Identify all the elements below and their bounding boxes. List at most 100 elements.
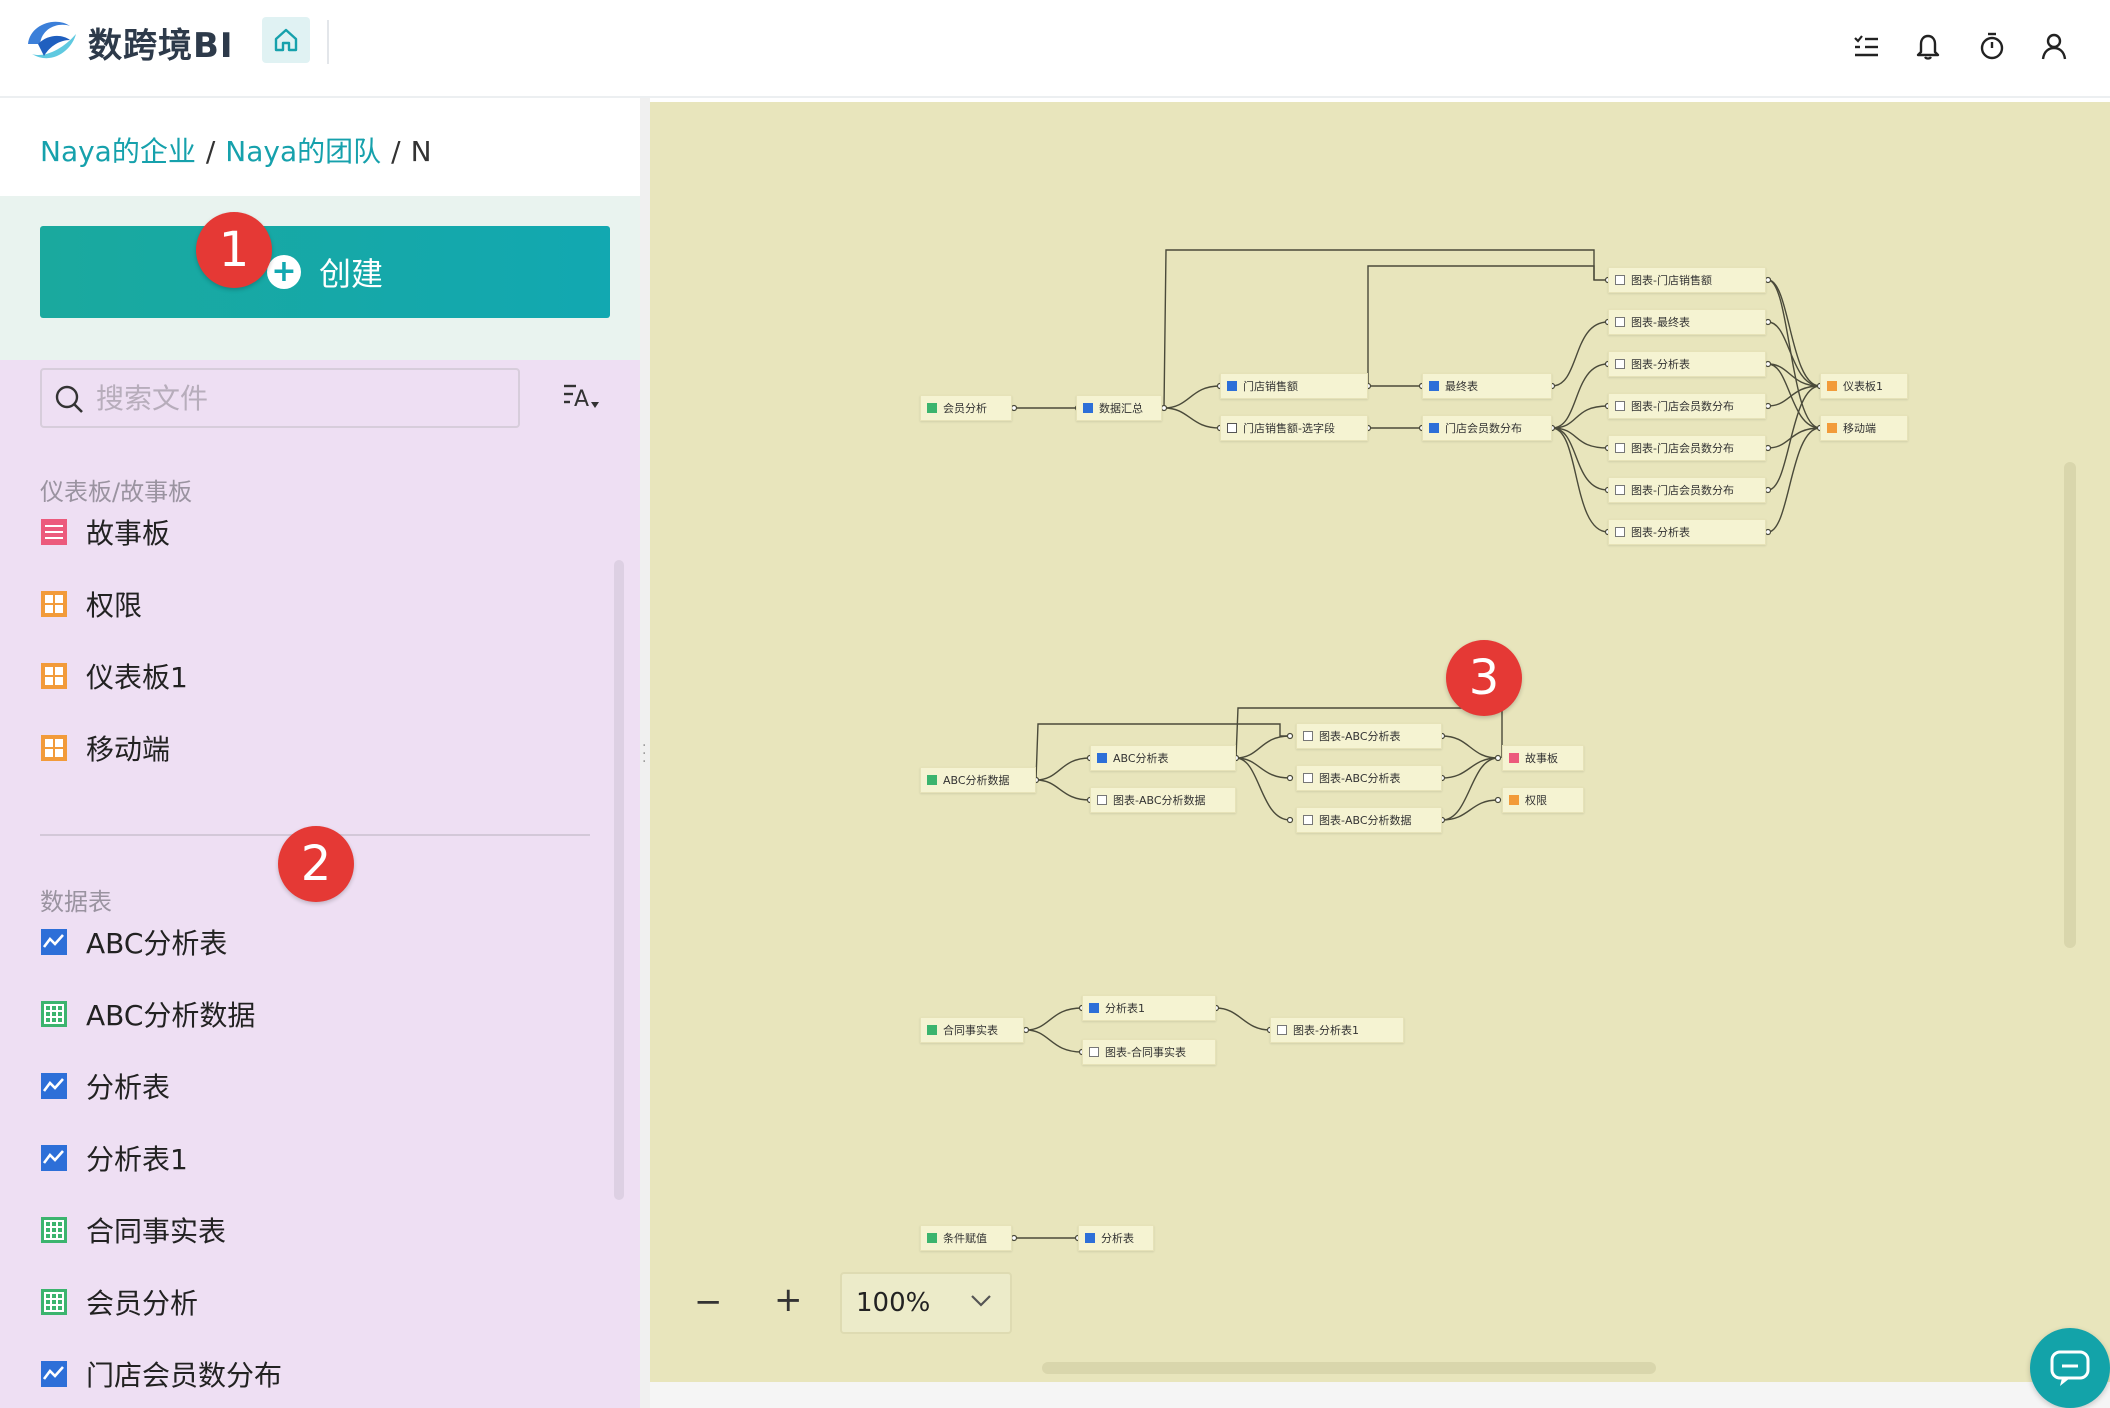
file-item-mobile[interactable]: 移动端	[40, 726, 170, 770]
search-box[interactable]	[40, 368, 520, 428]
lineage-node-label: 图表-门店会员数分布	[1631, 484, 1734, 497]
lineage-node[interactable]: 最终表	[1422, 373, 1552, 399]
sort-icon[interactable]: A	[562, 380, 602, 416]
lineage-node[interactable]: 数据汇总	[1076, 395, 1162, 421]
analysis-table-icon	[1429, 381, 1439, 391]
notification-button[interactable]	[1910, 28, 1946, 64]
zoom-level-select[interactable]: 100%	[840, 1272, 1012, 1334]
timer-button[interactable]	[1974, 28, 2010, 64]
chat-support-button[interactable]	[2030, 1328, 2110, 1408]
chart-icon	[1303, 731, 1313, 741]
file-item-abc-data[interactable]: ABC分析数据	[40, 992, 255, 1036]
task-list-button[interactable]	[1848, 28, 1884, 64]
lineage-node[interactable]: 分析表	[1078, 1225, 1154, 1251]
lineage-node[interactable]: 图表-ABC分析表	[1296, 765, 1442, 791]
file-item-label: 合同事实表	[86, 1215, 227, 1248]
analysis-table-icon	[1085, 1233, 1095, 1243]
lineage-node-label: 图表-分析表	[1631, 526, 1690, 539]
lineage-node[interactable]: ABC分析数据	[920, 767, 1036, 793]
lineage-node[interactable]: 图表-ABC分析数据	[1090, 787, 1236, 813]
storyboard-icon	[41, 519, 67, 545]
lineage-node-label: ABC分析数据	[943, 774, 1010, 787]
analysis-table-icon	[41, 1361, 67, 1387]
lineage-node-label: ABC分析表	[1113, 752, 1169, 765]
file-item-analysis1[interactable]: 分析表1	[40, 1136, 188, 1180]
user-button[interactable]	[2036, 28, 2072, 64]
user-icon	[2041, 33, 2067, 60]
file-item-contract-fact[interactable]: 合同事实表	[40, 1208, 226, 1252]
file-list-scrollbar[interactable]	[614, 560, 624, 1200]
chart-icon	[1303, 773, 1313, 783]
lineage-node[interactable]: 移动端	[1820, 415, 1908, 441]
lineage-node[interactable]: 图表-分析表1	[1270, 1017, 1404, 1043]
lineage-node[interactable]: 门店销售额	[1220, 373, 1368, 399]
chat-icon	[2050, 1350, 2090, 1386]
file-item-label: 移动端	[86, 733, 171, 766]
lineage-node-label: 数据汇总	[1099, 402, 1143, 415]
lineage-node[interactable]: 图表-合同事实表	[1082, 1039, 1216, 1065]
breadcrumb-separator: /	[391, 135, 401, 168]
zoom-in-button[interactable]: +	[774, 1280, 803, 1320]
data-sheet-icon	[41, 1001, 67, 1027]
chart-icon	[1615, 485, 1625, 495]
lineage-node[interactable]: 图表-门店销售额	[1608, 267, 1766, 293]
lineage-node[interactable]: 权限	[1502, 787, 1584, 813]
file-item-storyboard[interactable]: 故事板	[40, 510, 170, 554]
file-item-label: 分析表	[86, 1071, 171, 1104]
lineage-node[interactable]: 图表-门店会员数分布	[1608, 393, 1766, 419]
lineage-node[interactable]: ABC分析表	[1090, 745, 1236, 771]
home-button[interactable]	[262, 17, 310, 63]
lineage-node[interactable]: 故事板	[1502, 745, 1584, 771]
lineage-node[interactable]: 分析表1	[1082, 995, 1216, 1021]
analysis-table-icon	[41, 1073, 67, 1099]
file-item-abc-analysis[interactable]: ABC分析表	[40, 920, 227, 964]
file-item-permissions[interactable]: 权限	[40, 582, 142, 626]
lineage-node[interactable]: 门店会员数分布	[1422, 415, 1552, 441]
search-input[interactable]	[96, 378, 506, 418]
file-item-dashboard1[interactable]: 仪表板1	[40, 654, 188, 698]
lineage-node[interactable]: 图表-ABC分析表	[1296, 723, 1442, 749]
lineage-canvas[interactable]: 会员分析 数据汇总 门店销售额 门店销售额-选字段 最终表 门店会员数分布 图表…	[650, 102, 2110, 1382]
lineage-node-label: 图表-ABC分析数据	[1113, 794, 1206, 807]
lineage-node[interactable]: 会员分析	[920, 395, 1012, 421]
lineage-node[interactable]: 合同事实表	[920, 1017, 1024, 1043]
dashboard-icon	[41, 591, 67, 617]
chart-icon	[1089, 1047, 1099, 1057]
section-title-dashboards: 仪表板/故事板	[40, 478, 193, 506]
breadcrumb-org[interactable]: Naya的企业	[40, 135, 196, 168]
lineage-node[interactable]: 图表-分析表	[1608, 351, 1766, 377]
zoom-out-button[interactable]: −	[694, 1282, 723, 1322]
lineage-node[interactable]: 仪表板1	[1820, 373, 1908, 399]
file-item-member-analysis[interactable]: 会员分析	[40, 1280, 198, 1324]
file-item-analysis[interactable]: 分析表	[40, 1064, 170, 1108]
analysis-table-icon	[1083, 403, 1093, 413]
lineage-node[interactable]: 门店销售额-选字段	[1220, 415, 1368, 441]
analysis-table-icon	[41, 1145, 67, 1171]
data-sheet-icon	[927, 1025, 937, 1035]
search-icon	[55, 385, 83, 413]
lineage-node-label: 图表-门店会员数分布	[1631, 400, 1734, 413]
breadcrumb-team[interactable]: Naya的团队	[225, 135, 381, 168]
file-item-label: 仪表板1	[86, 661, 188, 694]
lineage-node[interactable]: 图表-分析表	[1608, 519, 1766, 545]
create-button[interactable]: + 创建	[40, 226, 610, 318]
lineage-node-label: 图表-门店会员数分布	[1631, 442, 1734, 455]
chart-icon	[1615, 359, 1625, 369]
lineage-node-label: 门店销售额	[1243, 380, 1298, 393]
data-sheet-icon	[927, 403, 937, 413]
dashboard-icon	[41, 663, 67, 689]
lineage-node[interactable]: 图表-最终表	[1608, 309, 1766, 335]
canvas-horizontal-scrollbar[interactable]	[1042, 1362, 1656, 1374]
splitter-grip-icon[interactable]: · · ·	[642, 739, 646, 769]
table-icon	[1227, 423, 1237, 433]
lineage-node[interactable]: 条件赋值	[920, 1225, 1012, 1251]
lineage-node[interactable]: 图表-ABC分析数据	[1296, 807, 1442, 833]
chart-icon	[1615, 527, 1625, 537]
data-sheet-icon	[41, 1289, 67, 1315]
lineage-node[interactable]: 图表-门店会员数分布	[1608, 477, 1766, 503]
canvas-vertical-scrollbar[interactable]	[2064, 462, 2076, 948]
file-item-store-member-dist[interactable]: 门店会员数分布	[40, 1352, 282, 1396]
lineage-node[interactable]: 图表-门店会员数分布	[1608, 435, 1766, 461]
breadcrumb-current: N	[410, 135, 432, 168]
lineage-node-label: 门店销售额-选字段	[1243, 422, 1335, 435]
